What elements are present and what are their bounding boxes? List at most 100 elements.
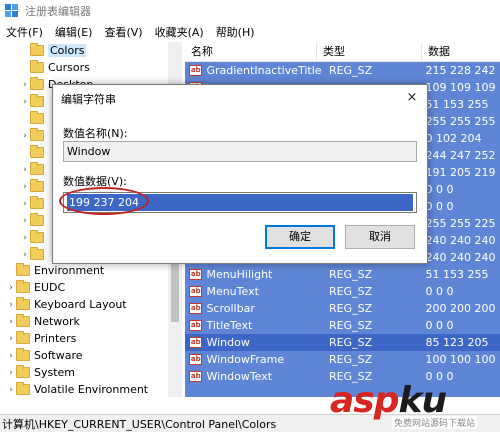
cell-name: Window: [206, 336, 250, 349]
tree-item-hidden: ›: [20, 127, 48, 144]
cell-data: 0 0 0: [425, 200, 454, 213]
tree-item-label: Software: [34, 349, 83, 362]
tree-item-label: Environment: [34, 264, 105, 277]
tree-item-hidden: [20, 110, 48, 127]
cell-type: REG_SZ: [328, 319, 373, 332]
tree-item-label: Colors: [48, 44, 87, 57]
folder-icon: [30, 247, 44, 260]
cell-type: REG_SZ: [328, 302, 373, 315]
tree-item-cursors[interactable]: Cursors: [20, 59, 90, 76]
menu-view[interactable]: 查看(V): [98, 24, 148, 40]
table-row[interactable]: ab GradientInactiveTitle REG_SZ 215 228 242: [185, 62, 500, 79]
title-bar: 注册表编辑器: [0, 0, 500, 22]
tree-item-label: Network: [34, 315, 80, 328]
folder-icon: [30, 213, 44, 226]
chevron-right-icon[interactable]: ›: [6, 334, 16, 344]
chevron-right-icon: ›: [23, 164, 27, 175]
table-row[interactable]: ab MenuHilight REG_SZ 51 153 255: [185, 266, 500, 283]
cell-data: 191 205 219: [425, 166, 496, 179]
table-row[interactable]: ab Scrollbar REG_SZ 200 200 200: [185, 300, 500, 317]
tree-item-hidden: ›: [20, 195, 48, 212]
chevron-right-icon[interactable]: ›: [6, 368, 16, 378]
chevron-right-icon[interactable]: ›: [6, 283, 16, 293]
cell-data: 0 0 0: [425, 183, 454, 196]
ok-button[interactable]: 确定: [265, 225, 335, 249]
cell-data: 109 109 109: [425, 81, 496, 94]
string-value-icon: ab: [189, 269, 203, 280]
string-value-icon: ab: [189, 303, 203, 314]
folder-icon: [16, 280, 30, 293]
tree-item-eudc[interactable]: › EUDC: [6, 279, 65, 296]
folder-icon: [30, 145, 44, 158]
folder-icon: [30, 128, 44, 141]
cell-type: REG_SZ: [328, 285, 373, 298]
chevron-right-icon: ›: [23, 181, 27, 192]
tree-item-label: EUDC: [34, 281, 66, 294]
cell-data: 51 153 255: [425, 268, 489, 281]
folder-icon: [16, 297, 30, 310]
chevron-right-icon: ›: [23, 215, 27, 226]
folder-icon: [30, 162, 44, 175]
table-row[interactable]: ab MenuText REG_SZ 0 0 0: [185, 283, 500, 300]
column-header-name[interactable]: 名称: [185, 42, 317, 62]
menu-help[interactable]: 帮助(H): [210, 24, 261, 40]
chevron-right-icon[interactable]: ›: [6, 385, 16, 395]
chevron-right-icon: ›: [23, 198, 27, 209]
chevron-right-icon[interactable]: ›: [6, 317, 16, 327]
chevron-right-icon[interactable]: ›: [6, 351, 16, 361]
red-circle-annotation: [59, 187, 149, 215]
table-row[interactable]: ab TitleText REG_SZ 0 0 0: [185, 317, 500, 334]
chevron-right-icon[interactable]: ›: [6, 300, 16, 310]
tree-item-label: Cursors: [48, 61, 90, 74]
table-row[interactable]: ab Window REG_SZ 85 123 205: [185, 334, 500, 351]
cell-name: Scrollbar: [206, 302, 255, 315]
cell-name: MenuHilight: [206, 268, 273, 281]
cell-data: 255 255 255: [425, 115, 496, 128]
watermark-logo: aspku: [330, 380, 447, 421]
folder-icon: [16, 331, 30, 344]
cell-data: 240 240 240: [425, 251, 496, 264]
watermark-subtitle: 免费网站源码下载站: [392, 416, 478, 429]
window-title: 注册表编辑器: [25, 5, 91, 18]
string-value-icon: ab: [189, 286, 203, 297]
tree-item-software[interactable]: › Software: [6, 347, 83, 364]
tree-item-keyboard-layout[interactable]: › Keyboard Layout: [6, 296, 127, 313]
tree-item-label: Keyboard Layout: [34, 298, 127, 311]
string-value-icon: ab: [189, 371, 203, 382]
cell-data: 51 153 255: [425, 98, 489, 111]
tree-item-environment[interactable]: Environment: [6, 262, 104, 279]
menu-favorites[interactable]: 收藏夹(A): [149, 24, 210, 40]
close-icon[interactable]: ×: [405, 91, 419, 105]
chevron-right-icon: ›: [23, 249, 27, 260]
column-header-type[interactable]: 类型: [317, 42, 422, 62]
cell-data: 255 255 225: [425, 217, 496, 230]
tree-item-colors[interactable]: Colors: [20, 42, 87, 59]
tree-item-system[interactable]: › System: [6, 364, 75, 381]
string-value-icon: ab: [189, 337, 203, 348]
tree-item-network[interactable]: › Network: [6, 313, 80, 330]
cell-type: REG_SZ: [328, 336, 373, 349]
cell-name: MenuText: [206, 285, 259, 298]
folder-icon: [30, 111, 44, 124]
tree-item-volatile-environment[interactable]: › Volatile Environment: [6, 381, 148, 397]
menu-file[interactable]: 文件(F): [0, 24, 49, 40]
table-row[interactable]: ab WindowFrame REG_SZ 100 100 100: [185, 351, 500, 368]
cell-data: 0 0 0: [425, 285, 454, 298]
tree-item-label: Volatile Environment: [34, 383, 149, 396]
menu-edit[interactable]: 编辑(E): [49, 24, 99, 40]
folder-icon: [30, 179, 44, 192]
cell-name: WindowFrame: [206, 353, 285, 366]
folder-icon: [30, 94, 44, 107]
tree-item-hidden: ›: [20, 246, 48, 263]
cell-type: REG_SZ: [328, 268, 373, 281]
column-header-data[interactable]: 数据: [422, 42, 500, 62]
string-value-icon: ab: [189, 320, 203, 331]
tree-item-printers[interactable]: › Printers: [6, 330, 76, 347]
folder-icon: [30, 77, 44, 90]
tree-item-label: Printers: [34, 332, 77, 345]
chevron-right-icon: ›: [23, 130, 27, 141]
folder-icon: [30, 196, 44, 209]
cell-name: TitleText: [206, 319, 253, 332]
chevron-right-icon[interactable]: ›: [20, 80, 30, 90]
cancel-button[interactable]: 取消: [345, 225, 415, 249]
